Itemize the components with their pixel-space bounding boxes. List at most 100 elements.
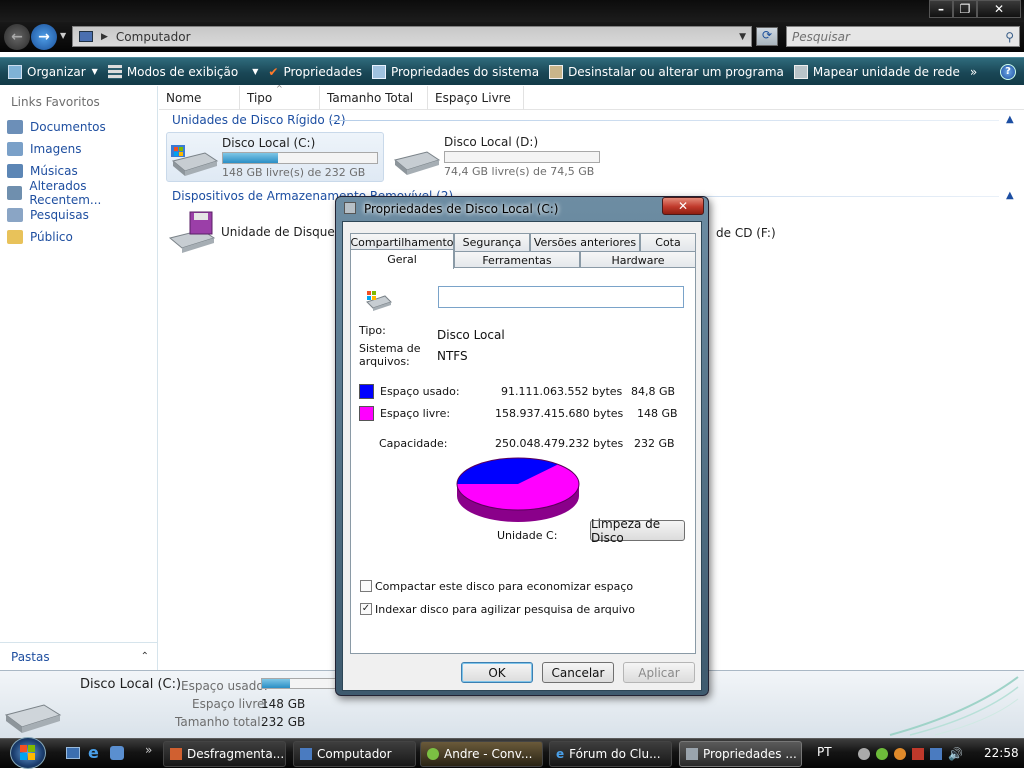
tab-general[interactable]: Geral (350, 249, 454, 269)
apply-button[interactable]: Aplicar (623, 662, 695, 683)
compress-label[interactable]: Compactar este disco para economizar esp… (375, 580, 633, 593)
task-label: Andre - Conv... (444, 747, 533, 761)
task-defrag[interactable]: Desfragmenta... (163, 741, 286, 767)
hard-drive-icon (171, 145, 219, 176)
drive-c-item[interactable]: Disco Local (C:) 148 GB livre(s) de 232 … (166, 132, 384, 182)
collapse-group-icon[interactable]: ▲ (1006, 190, 1014, 201)
views-label: Modos de exibição (126, 64, 239, 79)
minimize-button[interactable]: – (929, 0, 953, 18)
divider (365, 545, 683, 546)
divider (365, 372, 683, 373)
pictures-icon (7, 142, 23, 156)
uninstall-program-button[interactable]: Desinstalar ou alterar um programa (544, 60, 789, 84)
tab-security[interactable]: Segurança (454, 233, 530, 251)
floppy-drive-item[interactable]: Unidade de Disquete (166, 210, 347, 254)
index-label[interactable]: Indexar disco para agilizar pesquisa de … (375, 603, 635, 616)
searches-icon (7, 208, 23, 222)
address-dropdown-icon[interactable]: ▼ (739, 32, 746, 42)
tray-alert-icon[interactable] (912, 748, 924, 760)
task-computer[interactable]: Computador (293, 741, 416, 767)
sidebar-item-recent[interactable]: Alterados Recentem... (0, 179, 157, 207)
sidebar-item-documents[interactable]: Documentos (0, 116, 157, 138)
column-header-name[interactable]: Nome (159, 86, 240, 110)
folders-toggle[interactable]: Pastas ⌃ (0, 642, 157, 670)
internet-explorer-icon: e (556, 747, 565, 761)
tray-steam-icon[interactable] (858, 748, 870, 760)
sidebar-item-label: Pesquisas (30, 208, 89, 222)
collapse-group-icon[interactable]: ▲ (1006, 114, 1014, 125)
system-properties-button[interactable]: Propriedades do sistema (367, 60, 544, 84)
properties-dialog: Propriedades de Disco Local (C:) ✕ Compa… (335, 196, 709, 696)
map-network-drive-button[interactable]: Mapear unidade de rede (789, 60, 965, 84)
sidebar-item-label: Documentos (30, 120, 106, 134)
free-space-size: 148 GB (637, 407, 678, 420)
group-header-hard-disks[interactable]: Unidades de Disco Rígido (2) (172, 113, 346, 127)
drive-free-space: 148 GB livre(s) de 232 GB (222, 166, 366, 179)
breadcrumb-chevron-icon[interactable]: ▶ (101, 32, 108, 42)
organize-button[interactable]: Organizar ▼ (0, 60, 103, 84)
drive-name: Disco Local (D:) (444, 135, 539, 149)
search-input[interactable]: Pesquisar ⚲ (786, 26, 1020, 47)
column-header-free-space[interactable]: Espaço Livre (428, 86, 524, 110)
clock[interactable]: 22:58 (984, 746, 1019, 760)
ok-button[interactable]: OK (461, 662, 533, 683)
chevron-up-icon[interactable]: ⌃ (141, 651, 149, 662)
sidebar-item-public[interactable]: Público (0, 226, 157, 248)
task-messenger[interactable]: Andre - Conv... (420, 741, 543, 767)
views-button[interactable]: Modos de exibição ▼ (103, 60, 264, 84)
maximize-button[interactable]: ❐ (953, 0, 977, 18)
sidebar-item-pictures[interactable]: Imagens (0, 138, 157, 160)
volume-label-input[interactable] (438, 286, 684, 308)
details-usage-fill (262, 679, 291, 688)
properties-button[interactable]: ✔ Propriedades (263, 60, 367, 84)
drive-usage-bar (222, 152, 378, 164)
compress-checkbox[interactable] (360, 580, 372, 592)
task-label: Propriedades ... (703, 747, 797, 761)
task-properties[interactable]: Propriedades ... (679, 741, 802, 767)
floppy-drive-icon (168, 211, 216, 253)
dialog-close-button[interactable]: ✕ (662, 197, 704, 215)
back-button[interactable]: ← (4, 24, 30, 50)
task-browser[interactable]: e Fórum do Clu... (549, 741, 672, 767)
defrag-icon (170, 748, 182, 760)
show-desktop-icon[interactable] (66, 747, 80, 759)
tab-quota[interactable]: Cota (640, 233, 696, 251)
used-space-color-swatch (359, 384, 374, 399)
cancel-button[interactable]: Cancelar (542, 662, 614, 683)
drive-d-item[interactable]: Disco Local (D:) 74,4 GB livre(s) de 74,… (389, 132, 607, 182)
cd-drive-label[interactable]: de CD (F:) (716, 226, 776, 240)
sidebar-item-label: Músicas (30, 164, 78, 178)
hard-drive-icon (4, 704, 62, 733)
network-drive-icon (793, 64, 808, 79)
details-total-label: Tamanho total: (175, 715, 265, 729)
tray-messenger-icon[interactable] (876, 748, 888, 760)
breadcrumb[interactable]: Computador (116, 30, 191, 44)
tab-previous-versions[interactable]: Versões anteriores (530, 233, 640, 251)
forward-button[interactable]: → (31, 24, 57, 50)
internet-explorer-icon[interactable]: e (88, 743, 99, 762)
start-button[interactable] (10, 737, 46, 769)
sidebar-item-searches[interactable]: Pesquisas (0, 204, 157, 226)
quick-launch-icon[interactable] (110, 746, 124, 760)
language-indicator[interactable]: PT (817, 745, 832, 759)
more-commands-button[interactable]: » (965, 60, 982, 84)
help-icon[interactable]: ? (1000, 63, 1016, 80)
hard-drive-icon (393, 151, 441, 175)
properties-label: Propriedades (283, 64, 362, 79)
tray-app-icon[interactable] (894, 748, 906, 760)
index-checkbox[interactable]: ✓ (360, 603, 372, 615)
sidebar-item-label: Imagens (30, 142, 82, 156)
close-button[interactable]: ✕ (977, 0, 1021, 18)
search-icon[interactable]: ⚲ (1005, 30, 1014, 44)
volume-icon[interactable]: 🔊 (948, 747, 963, 761)
column-header-total-size[interactable]: Tamanho Total (320, 86, 428, 110)
refresh-icon[interactable]: ⟳ (756, 27, 778, 46)
recent-pages-dropdown-icon[interactable]: ▼ (60, 31, 66, 40)
column-header-type[interactable]: Tipo ^ (240, 84, 320, 110)
disk-cleanup-button[interactable]: Limpeza de Disco (590, 517, 685, 545)
computer-icon (300, 748, 312, 760)
group-divider (329, 120, 999, 121)
network-icon[interactable] (930, 748, 942, 760)
address-bar[interactable]: ▶ Computador ▼ (72, 26, 752, 47)
quick-launch-more-icon[interactable]: » (145, 743, 152, 757)
